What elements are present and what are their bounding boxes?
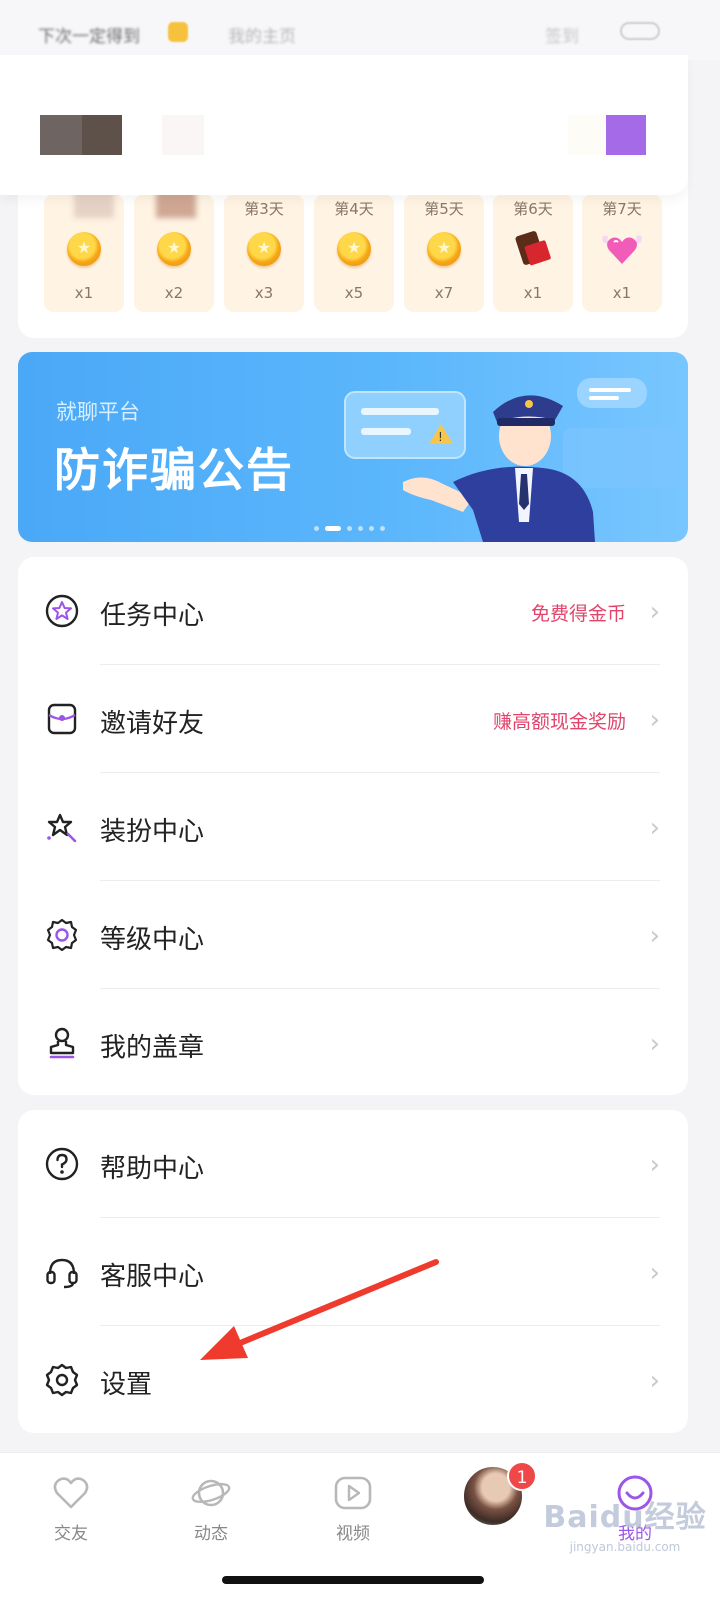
signin-day-reward: x1 [612,284,632,302]
pagination-dot [380,526,385,531]
tab-label: 交友 [54,1524,88,1544]
tab-moments[interactable]: 动态 [166,1473,256,1544]
pagination-dot [369,526,374,531]
signin-day-3[interactable]: 第3天 x3 [224,194,304,312]
mosaic-block [606,115,646,155]
menu-item-hint: 免费得金币 [530,603,626,625]
chevron-right-icon: › [649,1258,660,1288]
menu-item-task-center[interactable]: 任务中心 免费得金币 › [18,557,688,665]
help-circle-icon [45,1147,79,1181]
menu-item-label: 客服中心 [100,1262,205,1292]
magic-star-icon [47,813,77,843]
tab-label: 动态 [194,1524,228,1544]
menu-item-label: 任务中心 [100,601,205,631]
signin-day-6[interactable]: 第6天 x1 [493,194,573,312]
signin-day-5[interactable]: 第5天 x7 [404,194,484,312]
vip-tag [168,22,188,42]
signin-day-reward: x1 [74,284,94,302]
signin-day-2[interactable]: x2 [134,188,214,312]
signin-day-reward: x7 [434,284,454,302]
star-badge-icon [45,594,79,628]
signin-day-7[interactable]: 第7天 x1 [582,194,662,312]
chevron-right-icon: › [649,1150,660,1180]
home-indicator[interactable] [222,1576,484,1584]
profile-link[interactable]: 我的主页 [228,22,296,47]
annotation-arrow [200,1259,439,1360]
chevron-right-icon: › [649,813,660,843]
signin-day-reward: x2 [164,284,184,302]
headset-icon [46,1258,78,1289]
mosaic-block [162,115,204,155]
signin-day-4[interactable]: 第4天 x5 [314,194,394,312]
stamp-icon [49,1027,75,1059]
svg-text:!: ! [438,430,443,444]
police-illustration: ! [344,378,683,542]
tab-label: 视频 [336,1524,370,1544]
menu-item-level-center[interactable]: 等级中心 › [18,881,688,989]
tab-friends[interactable]: 交友 [26,1473,116,1544]
pagination-dot [347,526,352,531]
coin-icon [427,232,461,266]
profile-header: 下次一定得到 我的主页 签到 [0,0,720,60]
menu-item-label: 我的盖章 [100,1033,205,1063]
menu-item-label: 设置 [100,1370,153,1400]
banner-subtitle: 就聊平台 [56,400,140,424]
banner-pagination [314,526,385,531]
checkin-label: 签到 [545,27,579,47]
coin-icon [337,232,371,266]
profile-overlay [0,55,688,195]
baidu-watermark: Baidu经验 jingyan.baidu.com [540,1492,710,1554]
profile-nickname: 下次一定得到 [38,27,140,47]
menu-card-features: 任务中心 免费得金币 › 邀请好友 赚高额现金奖励 › 装扮中心 › 等级中心 … [18,557,688,1095]
menu-item-label: 等级中心 [100,925,205,955]
signin-day-label: 第4天 [334,200,374,218]
notification-badge: 1 [507,1461,537,1491]
pagination-dot [314,526,319,531]
gear-icon [45,1363,79,1397]
menu-item-invite-friends[interactable]: 邀请好友 赚高额现金奖励 › [18,665,688,773]
chevron-right-icon: › [649,597,660,627]
watermark-title: Baidu经验 [543,1500,707,1535]
coin-icon [157,232,191,266]
coin-icon [67,232,101,266]
menu-item-help-center[interactable]: 帮助中心 › [18,1110,688,1218]
signin-day-reward: x3 [254,284,274,302]
pagination-dot [358,526,363,531]
pagination-dot-active [325,526,341,531]
heart-icon [53,1477,89,1509]
chevron-right-icon: › [649,921,660,951]
chevron-right-icon: › [649,1366,660,1396]
signin-day-reward: x1 [523,284,543,302]
chevron-right-icon: › [649,1029,660,1059]
mosaic-block [40,115,82,155]
banner-title: 防诈骗公告 [54,443,294,497]
medal-icon [46,918,78,952]
menu-item-hint: 赚高额现金奖励 [492,711,626,733]
winged-heart-icon [602,235,642,264]
coin-icon [247,232,281,266]
menu-item-label: 装扮中心 [100,817,205,847]
menu-item-label: 邀请好友 [100,709,205,739]
mosaic-block [568,115,604,155]
chevron-right-icon: › [649,705,660,735]
planet-icon [191,1479,231,1507]
tab-video[interactable]: 视频 [308,1473,398,1544]
mosaic-block [82,115,122,155]
menu-item-my-stamps[interactable]: 我的盖章 › [18,989,688,1097]
signin-day-label: 第6天 [513,200,553,218]
play-icon [334,1476,372,1510]
checkin-toggle[interactable] [620,22,660,40]
anti-fraud-banner[interactable]: 就聊平台 防诈骗公告 ! [18,352,688,542]
signin-day-label: 第3天 [244,200,284,218]
menu-item-label: 帮助中心 [100,1154,205,1184]
signin-day-reward: x5 [344,284,364,302]
envelope-icon [47,703,77,735]
chocolate-icon [510,225,555,270]
signin-day-label: 第5天 [424,200,464,218]
watermark-url: jingyan.baidu.com [569,1540,681,1554]
signin-day-label: 第7天 [602,200,642,218]
menu-item-dressup-center[interactable]: 装扮中心 › [18,773,688,881]
signin-day-1[interactable]: x1 [44,188,124,312]
